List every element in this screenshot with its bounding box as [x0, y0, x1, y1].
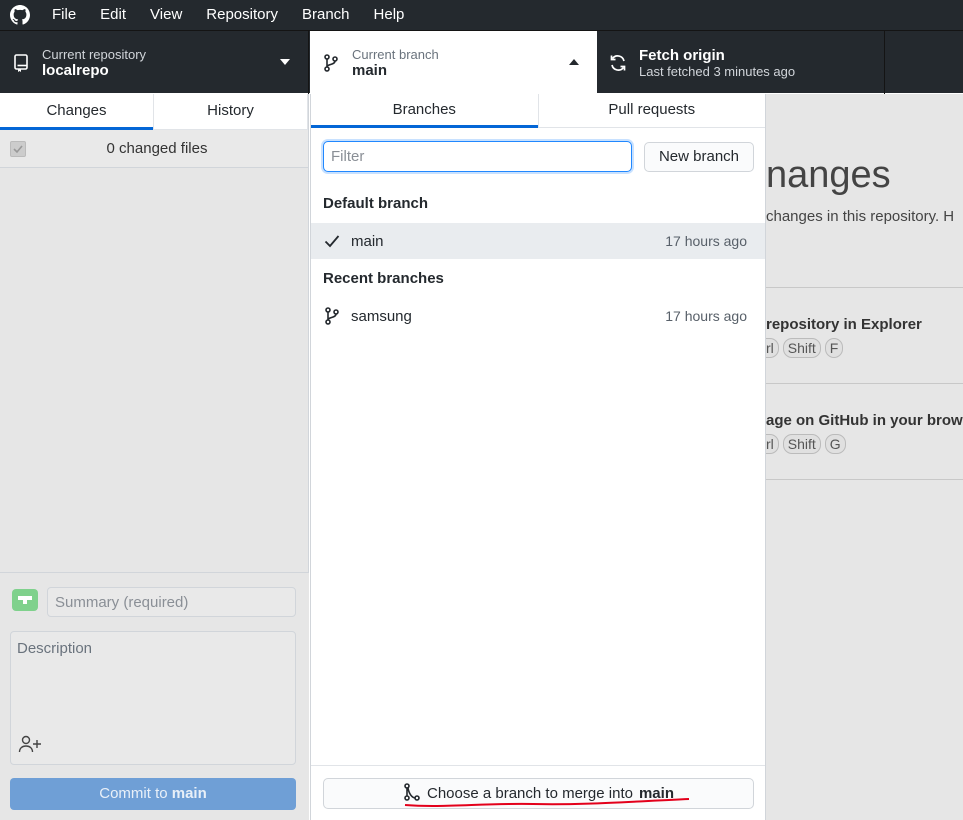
branch-time: 17 hours ago	[665, 233, 747, 249]
key-ctrl: rl	[766, 338, 779, 358]
tab-branches[interactable]: Branches	[311, 94, 539, 128]
key-shift: Shift	[782, 338, 821, 358]
key-ctrl: rl	[766, 434, 779, 454]
branch-icon	[310, 53, 352, 73]
current-branch-button[interactable]: Current branch main	[310, 31, 597, 94]
branch-filter-input[interactable]	[323, 141, 632, 172]
check-icon	[313, 234, 351, 248]
divider	[766, 479, 963, 480]
avatar-icon	[18, 596, 32, 604]
menu-help[interactable]: Help	[362, 0, 417, 30]
description-placeholder: Description	[17, 640, 93, 657]
no-changes-subtitle: changes in this repository. H	[766, 208, 955, 225]
current-repository-caption: Current repository	[42, 46, 147, 62]
branch-item-samsung[interactable]: samsung 17 hours ago	[311, 298, 765, 334]
repo-icon	[0, 53, 42, 73]
current-repository-name: localrepo	[42, 61, 109, 79]
tab-history[interactable]: History	[154, 94, 308, 129]
key-shift: Shift	[782, 434, 821, 454]
fetch-origin-button[interactable]: Fetch origin Last fetched 3 minutes ago	[597, 31, 885, 94]
description-field[interactable]: Description	[10, 631, 296, 765]
menu-repository[interactable]: Repository	[194, 0, 290, 30]
recent-branches-heading: Recent branches	[323, 270, 444, 287]
current-branch-name: main	[352, 61, 388, 79]
view-on-github-shortcut: rl Shift G	[766, 434, 846, 454]
select-all-checkbox[interactable]	[10, 140, 26, 157]
branch-dropdown-tabs: Branches Pull requests	[311, 94, 765, 128]
avatar	[12, 589, 38, 611]
no-changes-view: nanges changes in this repository. H rep…	[766, 94, 963, 820]
show-in-explorer-shortcut: rl Shift F	[766, 338, 844, 358]
sync-icon	[597, 53, 639, 73]
sidebar: Changes History 0 changed files Descript…	[0, 94, 309, 820]
current-repository-button[interactable]: Current repository localrepo	[0, 31, 309, 94]
no-changes-title: nanges	[766, 154, 891, 196]
show-in-explorer-title: repository in Explorer	[766, 316, 922, 333]
divider	[766, 287, 963, 288]
key-f: F	[824, 338, 844, 358]
menu-file[interactable]: File	[40, 0, 88, 30]
commit-button-label: Commit to	[99, 785, 168, 802]
menu-view[interactable]: View	[138, 0, 194, 30]
merge-footer: Choose a branch to merge into main	[311, 765, 765, 820]
changed-files-header: 0 changed files	[0, 130, 308, 168]
sidebar-tabs: Changes History	[0, 94, 308, 130]
fetch-origin-title: Fetch origin	[639, 46, 725, 64]
red-underline-annotation	[404, 798, 690, 807]
check-icon	[13, 144, 23, 153]
changed-files-count: 0 changed files	[106, 140, 208, 157]
branch-icon	[313, 306, 351, 326]
new-branch-button[interactable]: New branch	[644, 142, 754, 172]
tab-pull-requests[interactable]: Pull requests	[539, 94, 766, 127]
chevron-down-icon	[280, 59, 290, 65]
branch-name: main	[351, 232, 384, 250]
branch-item-main[interactable]: main 17 hours ago	[311, 223, 765, 259]
branch-name: samsung	[351, 307, 412, 325]
commit-panel: Description Commit to main	[0, 572, 309, 820]
last-fetched-text: Last fetched 3 minutes ago	[639, 63, 796, 79]
divider	[766, 383, 963, 384]
add-coauthor-icon[interactable]	[18, 735, 42, 756]
chevron-up-icon	[569, 59, 579, 65]
branch-time: 17 hours ago	[665, 308, 747, 324]
current-branch-caption: Current branch	[352, 46, 439, 62]
commit-button-branch: main	[171, 785, 207, 802]
branch-dropdown: Branches Pull requests New branch Defaul…	[310, 94, 766, 820]
toolbar: Current repository localrepo Current bra…	[0, 30, 963, 94]
github-icon	[0, 0, 40, 30]
summary-input[interactable]	[47, 587, 296, 617]
key-g: G	[824, 434, 846, 454]
menu-edit[interactable]: Edit	[88, 0, 138, 30]
commit-button[interactable]: Commit to main	[10, 778, 296, 810]
view-on-github-title: age on GitHub in your brow	[766, 412, 963, 429]
menu-bar: File Edit View Repository Branch Help	[0, 0, 963, 30]
tab-changes[interactable]: Changes	[0, 94, 154, 130]
menu-branch[interactable]: Branch	[290, 0, 362, 30]
default-branch-heading: Default branch	[323, 195, 429, 212]
